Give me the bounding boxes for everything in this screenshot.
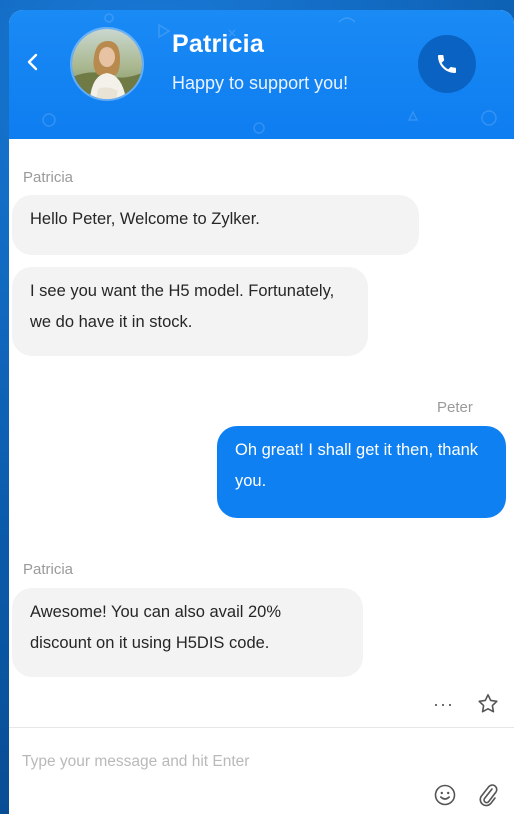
agent-photo: [72, 29, 142, 99]
outgoing-message-bubble: Oh great! I shall get it then, thank you…: [217, 426, 506, 518]
message-actions: ···: [433, 692, 500, 716]
call-button[interactable]: [418, 35, 476, 93]
back-button[interactable]: [21, 48, 45, 76]
smiley-icon[interactable]: [433, 783, 457, 807]
page-background: Patricia Happy to support you! Patricia …: [0, 0, 514, 814]
incoming-message-bubble: Hello Peter, Welcome to Zylker.: [12, 195, 419, 255]
message-sender: Peter: [437, 399, 473, 416]
agent-status: Happy to support you!: [172, 73, 349, 93]
message-composer: [9, 727, 514, 814]
star-icon[interactable]: [476, 692, 500, 716]
ellipsis-icon[interactable]: ···: [433, 694, 454, 715]
chat-header: Patricia Happy to support you!: [9, 10, 514, 139]
incoming-message-bubble: Awesome! You can also avail 20% discount…: [12, 588, 363, 677]
chat-widget: Patricia Happy to support you! Patricia …: [9, 10, 514, 814]
paperclip-icon[interactable]: [477, 782, 499, 808]
message-input[interactable]: [20, 748, 424, 776]
message-sender: Patricia: [23, 169, 74, 186]
agent-name: Patricia: [172, 30, 264, 58]
incoming-message-bubble: I see you want the H5 model. Fortunately…: [12, 267, 368, 356]
message-sender: Patricia: [23, 561, 74, 578]
agent-avatar: [70, 27, 144, 101]
chevron-left-icon: [27, 53, 38, 71]
phone-icon: [438, 55, 456, 73]
